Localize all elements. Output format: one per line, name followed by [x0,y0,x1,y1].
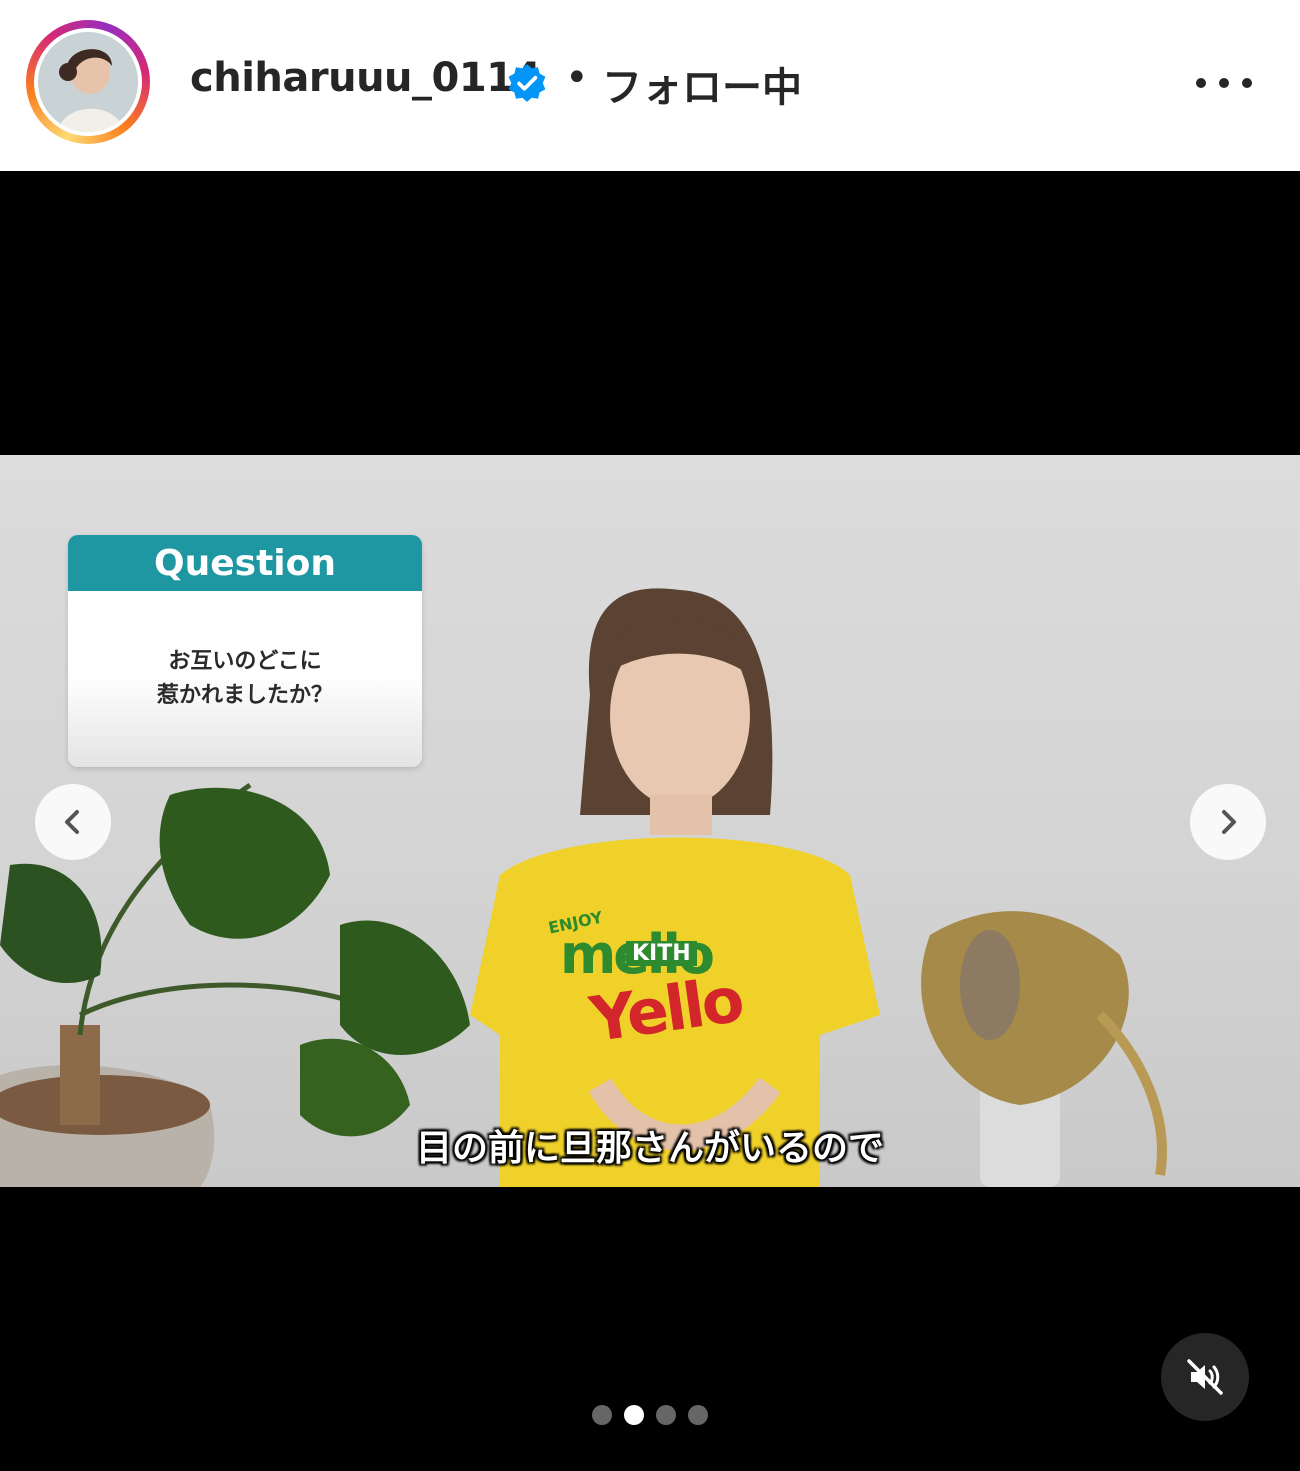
person [470,588,880,1187]
username[interactable]: chiharuuu_0114 [190,55,541,101]
shirt-badge: KITH [626,941,697,966]
verified-badge-icon [508,64,546,102]
carousel-indicator [0,1405,1300,1425]
question-line-2: 惹かれましたか？ [156,683,333,708]
more-dot [1219,78,1229,88]
follow-status-button[interactable]: フォロー中 [602,55,802,113]
more-dot [1242,78,1252,88]
question-card-body: お互いのどこに 惹かれましたか？ [68,591,422,713]
post-header: chiharuuu_0114 • フォロー中 [0,0,1300,171]
carousel-dot [624,1405,644,1425]
question-card-title: Question [68,535,422,591]
carousel-dot [592,1405,612,1425]
more-dot [1196,78,1206,88]
next-button[interactable] [1190,784,1266,860]
post-media[interactable]: ENJOY mello KITH Yello Question お互いのどこに … [0,171,1300,1471]
carousel-dot [688,1405,708,1425]
speaker-muted-icon [1187,1359,1223,1395]
video-frame: ENJOY mello KITH Yello Question お互いのどこに … [0,455,1300,1187]
chevron-right-icon [1222,810,1236,834]
story-ring[interactable] [26,20,150,144]
question-card: Question お互いのどこに 惹かれましたか？ [68,535,422,767]
separator-dot: • [565,55,589,101]
previous-button[interactable] [35,784,111,860]
avatar-image [38,32,138,132]
profile-avatar[interactable] [34,28,142,136]
video-subtitle: 目の前に旦那さんがいるので [415,1128,884,1169]
question-line-1: お互いのどこに [168,649,322,674]
carousel-dot [656,1405,676,1425]
more-options-icon[interactable] [1196,68,1252,98]
chevron-left-icon [65,810,79,834]
